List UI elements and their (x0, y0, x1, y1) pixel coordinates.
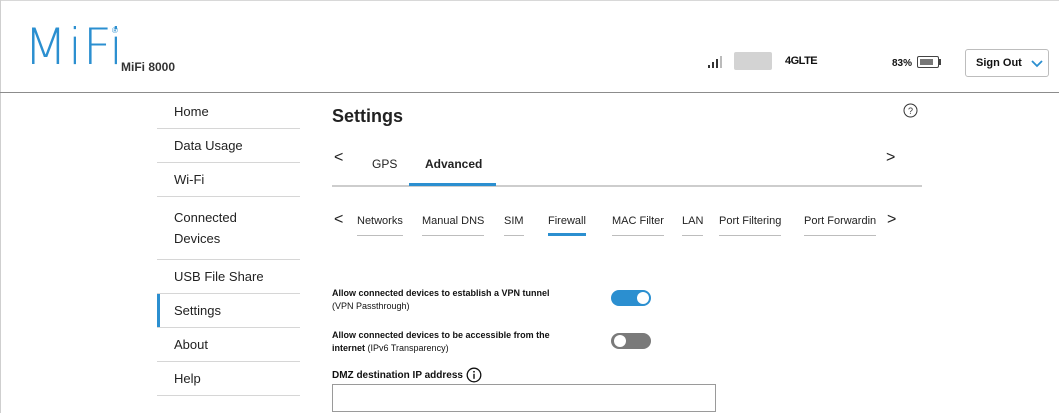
header: MiFi ® MiFi 8000 4GLTE 83% Sign Out (0, 0, 1059, 93)
toggle-knob (637, 292, 649, 304)
sidebar-item-about[interactable]: About (157, 328, 300, 362)
subtab-firewall[interactable]: Firewall (548, 215, 586, 236)
page-title: Settings (332, 106, 404, 126)
sidebar-item-data-usage[interactable]: Data Usage (157, 129, 300, 163)
device-model: MiFi 8000 (121, 60, 176, 74)
chevron-down-icon (1031, 60, 1043, 68)
sidebar-item-usb-file-share[interactable]: USB File Share (157, 260, 300, 294)
advanced-subtab-bar: < Networks Manual DNS SIM Firewall MAC F… (332, 207, 922, 242)
network-type: 4GLTE (785, 55, 818, 67)
sidebar-item-help[interactable]: Help (157, 362, 300, 396)
battery-percent: 83% (892, 58, 913, 69)
sidebar-item-connected-devices[interactable]: Connected Devices (157, 197, 300, 260)
subtab-networks[interactable]: Networks (357, 215, 403, 236)
sidebar-nav: Home Data Usage Wi-Fi Connected Devices … (157, 95, 300, 396)
ipv6-transparency-toggle[interactable] (611, 333, 651, 349)
vpn-passthrough-subtitle: (VPN Passthrough) (332, 301, 410, 311)
subtab-manual-dns[interactable]: Manual DNS (422, 215, 485, 236)
sidebar-item-settings[interactable]: Settings (157, 294, 300, 328)
svg-text:?: ? (908, 106, 913, 116)
battery-tip (939, 59, 941, 65)
tab-gps[interactable]: GPS (372, 157, 397, 171)
toggle-knob (614, 335, 626, 347)
logo-registered-mark: ® (112, 26, 118, 35)
sign-out-label: Sign Out (976, 57, 1022, 69)
sign-out-button[interactable]: Sign Out (965, 49, 1049, 77)
mifi-logo: MiFi (24, 18, 125, 76)
ipv6-transparency-label: Allow connected devices to be accessible… (332, 329, 550, 355)
vpn-passthrough-toggle[interactable] (611, 290, 651, 306)
sidebar-item-wifi[interactable]: Wi-Fi (157, 163, 300, 197)
ipv6-transparency-title-line1: Allow connected devices to be accessible… (332, 330, 550, 340)
subtabs-prev-arrow-icon[interactable]: < (334, 211, 343, 229)
sidebar-item-home[interactable]: Home (157, 95, 300, 129)
dmz-ip-input[interactable] (332, 384, 716, 412)
sidebar-item-label: Wi-Fi (174, 172, 205, 187)
info-icon[interactable] (466, 367, 482, 383)
tabs-next-arrow-icon[interactable]: > (886, 149, 895, 167)
help-icon[interactable]: ? (903, 103, 918, 118)
ipv6-transparency-subtitle: (IPv6 Transparency) (367, 343, 449, 353)
subtab-mac-filter[interactable]: MAC Filter (612, 215, 664, 236)
tab-advanced[interactable]: Advanced (425, 157, 482, 171)
tabs-prev-arrow-icon[interactable]: < (334, 149, 343, 167)
subtab-port-forwarding[interactable]: Port Forwardin (804, 215, 877, 236)
sidebar-item-label: Data Usage (174, 138, 243, 153)
ipv6-transparency-title-line2: internet (332, 343, 366, 353)
active-tab-indicator (409, 183, 496, 186)
sidebar-item-label: About (174, 337, 208, 352)
settings-tab-bar: < GPS Advanced > (332, 149, 922, 187)
subtab-port-filtering[interactable]: Port Filtering (719, 215, 782, 236)
carrier-name-redacted (734, 52, 772, 70)
battery-icon (917, 56, 939, 68)
vpn-passthrough-title: Allow connected devices to establish a V… (332, 288, 550, 298)
vpn-passthrough-label: Allow connected devices to establish a V… (332, 287, 550, 313)
sidebar-item-label: Help (174, 371, 201, 386)
subtab-lan[interactable]: LAN (682, 215, 704, 236)
subtabs-next-arrow-icon[interactable]: > (887, 211, 896, 229)
sidebar-item-label: USB File Share (174, 269, 264, 284)
dmz-ip-label: DMZ destination IP address (332, 370, 463, 381)
subtab-sim[interactable]: SIM (504, 215, 524, 236)
sidebar-item-label: Settings (174, 303, 221, 318)
sidebar-item-label: Connected Devices (174, 210, 237, 246)
battery-level-fill (919, 58, 933, 65)
signal-bars-icon (708, 56, 724, 68)
sidebar-item-label: Home (174, 104, 209, 119)
